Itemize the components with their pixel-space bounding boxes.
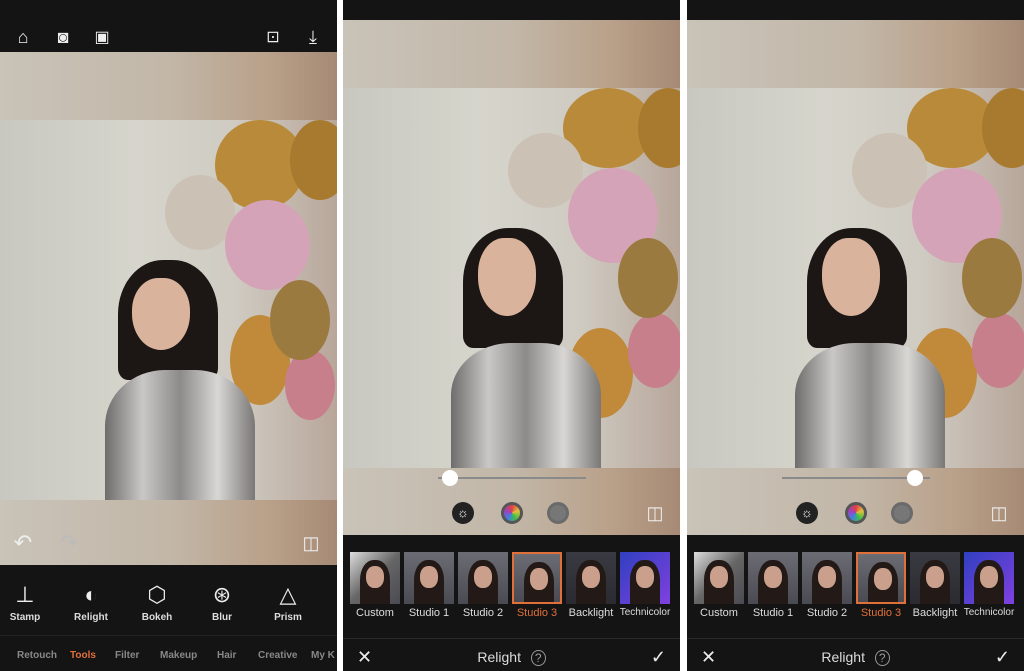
preset-thumbnail[interactable] xyxy=(964,552,1014,604)
category-tabs: Retouch Tools Filter Makeup Hair Creativ… xyxy=(0,635,337,671)
compare-icon[interactable]: ◫ xyxy=(298,530,324,556)
preset-label[interactable]: Studio 3 xyxy=(509,607,565,619)
bokeh-icon: ⬡ xyxy=(147,582,167,607)
preset-thumbnail[interactable] xyxy=(404,552,454,604)
relight-panel: ☼ ◫ Custom Studio 1 Studio 2 Studio 3 Backli… xyxy=(343,0,680,671)
canvas-background xyxy=(343,20,680,88)
portrait-face xyxy=(818,566,836,588)
photo xyxy=(343,88,680,468)
help-icon[interactable]: ? xyxy=(874,650,890,666)
preset-label[interactable]: Studio 2 xyxy=(455,607,511,619)
texture-icon[interactable] xyxy=(547,502,569,524)
tool-prism[interactable]: △ Prism xyxy=(258,582,318,623)
bottom-bar: ✕ Relight ? ✓ xyxy=(343,638,680,671)
tab-hair[interactable]: Hair xyxy=(217,650,236,661)
search-image-icon[interactable]: ⊡ xyxy=(262,26,284,48)
relight-title: Relight ? xyxy=(687,649,1024,666)
relight-icon: ◐ xyxy=(84,582,98,607)
undo-icon[interactable]: ↶ xyxy=(10,530,36,556)
preset-thumbnail[interactable] xyxy=(856,552,906,604)
photo xyxy=(687,88,1024,468)
preset-label[interactable]: Custom xyxy=(347,607,403,619)
tab-filter[interactable]: Filter xyxy=(115,650,139,661)
aperture-icon: ⊛ xyxy=(212,582,232,607)
preset-thumbnail[interactable] xyxy=(458,552,508,604)
slider-knob[interactable] xyxy=(441,470,458,486)
preset-label[interactable]: Studio 2 xyxy=(799,607,855,619)
preset-thumbnail[interactable] xyxy=(910,552,960,604)
preset-label[interactable]: Backlight xyxy=(907,607,963,619)
stamp-icon: ⊥ xyxy=(15,582,35,607)
preset-label[interactable]: Backlight xyxy=(563,607,619,619)
tool-stamp[interactable]: ⊥ Stamp xyxy=(0,582,55,623)
relight-title: Relight ? xyxy=(343,649,680,666)
check-icon[interactable]: ✓ xyxy=(995,647,1010,668)
brightness-icon[interactable]: ☼ xyxy=(452,502,474,524)
intensity-slider[interactable] xyxy=(438,477,586,479)
color-icon[interactable] xyxy=(845,502,867,524)
tab-retouch[interactable]: Retouch xyxy=(17,650,57,661)
canvas-background xyxy=(687,20,1024,88)
bottom-bar: ✕ Relight ? ✓ xyxy=(687,638,1024,671)
camera-icon[interactable]: ◙ xyxy=(52,26,74,48)
canvas-background xyxy=(0,500,337,565)
preset-label[interactable]: Technicolor xyxy=(961,607,1017,618)
tab-tools[interactable]: Tools xyxy=(70,650,96,661)
texture-icon[interactable] xyxy=(891,502,913,524)
portrait-face xyxy=(710,566,728,588)
tool-relight[interactable]: ◐ Relight xyxy=(61,582,121,623)
portrait-face xyxy=(530,568,548,590)
help-icon[interactable]: ? xyxy=(530,650,546,666)
compare-icon[interactable]: ◫ xyxy=(642,500,668,526)
preset-thumbnail[interactable] xyxy=(512,552,562,604)
brightness-icon[interactable]: ☼ xyxy=(796,502,818,524)
portrait-face xyxy=(764,566,782,588)
portrait-face xyxy=(366,566,384,588)
tool-bokeh[interactable]: ⬡ Bokeh xyxy=(127,582,187,623)
portrait-face xyxy=(636,566,654,588)
preset-label[interactable]: Studio 1 xyxy=(745,607,801,619)
portrait-face xyxy=(582,566,600,588)
gallery-icon[interactable]: ▣ xyxy=(91,26,113,48)
tool-blur[interactable]: ⊛ Blur xyxy=(192,582,252,623)
tab-my-kit[interactable]: My K xyxy=(311,650,335,661)
tab-creative[interactable]: Creative xyxy=(258,650,297,661)
preset-thumbnail[interactable] xyxy=(802,552,852,604)
tab-makeup[interactable]: Makeup xyxy=(160,650,197,661)
redo-icon[interactable]: ↷ xyxy=(56,530,82,556)
preset-thumbnail[interactable] xyxy=(566,552,616,604)
editor-panel: ⌂ ◙ ▣ ⊡ ⤓ ↶ ↷ ◫ ⊥ Stamp ◐ Relight ⬡ Bokeh ⊛… xyxy=(0,0,337,671)
preset-thumbnail[interactable] xyxy=(620,552,670,604)
portrait-face xyxy=(420,566,438,588)
relight-panel: ☼ ◫ Custom Studio 1 Studio 2 Studio 3 Backli… xyxy=(687,0,1024,671)
preset-thumbnail[interactable] xyxy=(748,552,798,604)
preset-label[interactable]: Studio 1 xyxy=(401,607,457,619)
check-icon[interactable]: ✓ xyxy=(651,647,666,668)
preset-label[interactable]: Studio 3 xyxy=(853,607,909,619)
portrait-face xyxy=(926,566,944,588)
compare-icon[interactable]: ◫ xyxy=(986,500,1012,526)
preset-thumbnail[interactable] xyxy=(694,552,744,604)
preset-label[interactable]: Technicolor xyxy=(617,607,673,618)
prism-icon: △ xyxy=(279,582,297,607)
canvas-background xyxy=(0,52,337,120)
portrait-face xyxy=(980,566,998,588)
download-icon[interactable]: ⤓ xyxy=(302,26,324,48)
preset-label[interactable]: Custom xyxy=(691,607,747,619)
portrait-face xyxy=(474,566,492,588)
color-icon[interactable] xyxy=(501,502,523,524)
photo xyxy=(0,120,337,500)
portrait-face xyxy=(874,568,892,590)
home-icon[interactable]: ⌂ xyxy=(12,26,34,48)
preset-thumbnail[interactable] xyxy=(350,552,400,604)
